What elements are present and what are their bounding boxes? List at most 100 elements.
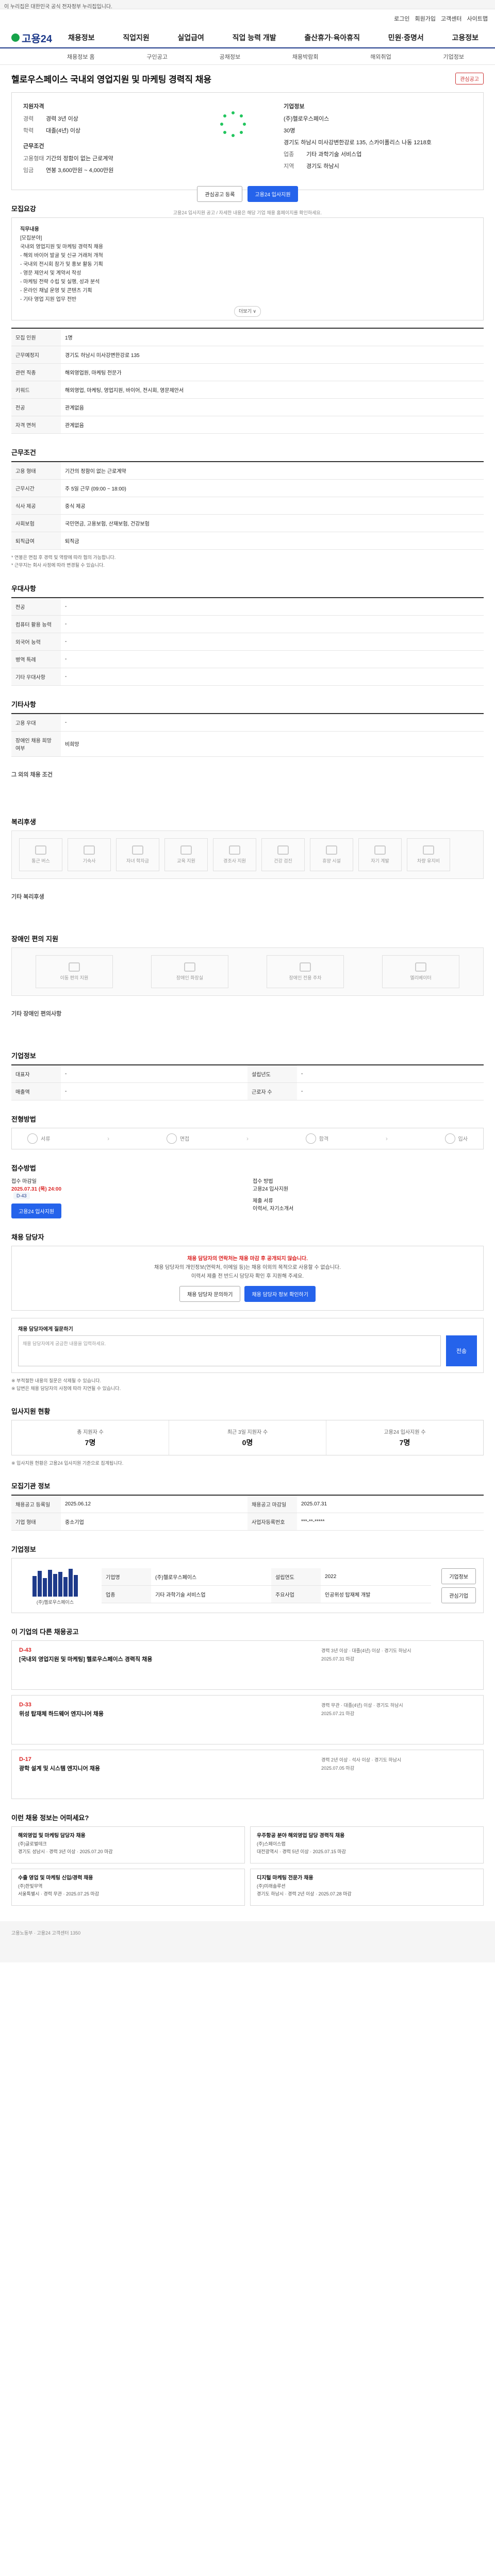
summary-company-heading: 기업정보: [284, 104, 305, 110]
disab-panel: 이동 편의 지원 장애인 화장실 장애인 전용 주차 엘리베이터: [11, 947, 484, 996]
bus-icon: [35, 845, 46, 855]
gnb-item-leave[interactable]: 출산휴가·육아휴직: [304, 32, 360, 43]
table-row: 기업명 (주)헬로우스페이스 설립연도 2022: [102, 1568, 432, 1586]
site-logo[interactable]: 고용24: [11, 30, 68, 45]
welfare-item: 경조사 지원: [213, 838, 256, 871]
disab-item: 이동 편의 지원: [36, 955, 113, 988]
table-row: 기타 우대사항 -: [11, 668, 484, 686]
lnb-item-company[interactable]: 기업정보: [443, 53, 464, 61]
global-nav: 고용24 채용정보 직업지원 실업급여 직업 능력 개발 출산휴가·육아휴직 민…: [0, 28, 495, 48]
corp-info-button[interactable]: 기업정보: [441, 1568, 476, 1584]
sitemap-link[interactable]: 사이트맵: [467, 14, 488, 23]
parking-icon: [300, 962, 311, 972]
lnb-item-public[interactable]: 공채정보: [220, 53, 240, 61]
wage-value: 연봉 3,600만원 ~ 4,000만원: [46, 167, 114, 174]
stats-note: ※ 입사지원 현황은 고용24 입사지원 기준으로 집계됩니다.: [11, 1461, 124, 1466]
process-flow: 서류 › 면접 › 합격 › 입사: [11, 1127, 484, 1149]
wheelchair-icon: [69, 962, 80, 972]
step-circle-icon: [305, 1133, 316, 1144]
dday-badge: D-43: [13, 1192, 30, 1199]
section-etc-title: 기타사항: [11, 700, 36, 708]
contact-notice: 채용 담당자의 연락처는 채용 마감 후 공개되지 않습니다.: [187, 1256, 308, 1262]
disab-item: 엘리베이터: [382, 955, 459, 988]
section-other-jobs-title: 이 기업의 다른 채용공고: [11, 1628, 79, 1636]
gnb-item-training[interactable]: 직업 능력 개발: [233, 32, 276, 43]
stat-item: 총 지원자 수 7명: [12, 1420, 169, 1455]
job-card[interactable]: D-17 광학 설계 및 시스템 엔지니어 채용 경력 2년 이상 · 석사 이…: [11, 1750, 484, 1800]
gnb-item-benefit[interactable]: 실업급여: [177, 32, 204, 43]
corp-table: 기업명 (주)헬로우스페이스 설립연도 2022 업종 기타 과학기술 서비스업 주요사업…: [102, 1568, 432, 1603]
section-corp-title: 기업정보: [11, 1546, 36, 1554]
info-table: 채용공고 등록일 2025.06.12 채용공고 마감일 2025.07.31 기업 …: [11, 1495, 484, 1531]
lnb-item-abroad[interactable]: 해외취업: [370, 53, 391, 61]
company-name[interactable]: (주)헬로우스페이스: [284, 114, 472, 123]
recommend-card[interactable]: 해외영업 및 마케팅 담당자 채용 (주)글로벌테크 경기도 성남시 · 경력 …: [11, 1826, 245, 1864]
welfare-item: 교육 지원: [164, 838, 208, 871]
gnb-item-jobs[interactable]: 채용정보: [68, 32, 95, 43]
section-pref-title: 우대사항: [11, 584, 36, 592]
signup-link[interactable]: 회원가입: [415, 14, 436, 23]
logo-icon: [11, 33, 20, 42]
contact-inquiry-button[interactable]: 채용 담당자 문의하기: [179, 1285, 241, 1302]
contact-info-button[interactable]: 채용 담당자 정보 확인하기: [244, 1285, 316, 1302]
process-step: 입사: [444, 1133, 468, 1144]
welfare-item: 건강 검진: [261, 838, 305, 871]
table-row: 기업 형태 중소기업 사업자등록번호 ***-**-*****: [11, 1513, 484, 1531]
lnb-item-home[interactable]: 채용정보 홈: [67, 53, 95, 61]
pencil-icon: [374, 845, 386, 855]
book-icon: [180, 845, 192, 855]
company-address: 경기도 하남시 미사강변한강로 135, 스카이폴리스 나동 1218호: [284, 140, 432, 146]
welfare-item: 기숙사: [68, 838, 111, 871]
process-step: 서류: [27, 1133, 50, 1144]
inquiry-send-button[interactable]: 전송: [446, 1335, 477, 1366]
summary-work-heading: 근무조건: [23, 143, 44, 149]
etc-extra-label: 그 외의 채용 조건: [11, 771, 53, 778]
gov-banner: 이 누리집은 대한민국 공식 전자정부 누리집입니다.: [0, 0, 495, 10]
welfare-item: 자녀 학자금: [116, 838, 159, 871]
sub-nav: 채용정보 홈 구인공고 공채정보 채용박람회 해외취업 기업정보: [0, 48, 495, 65]
elevator-icon: [415, 962, 426, 972]
table-row: 매출액 - 근로자 수-: [11, 1082, 484, 1100]
content-line: - 영문 제안서 및 계약서 작성: [20, 270, 81, 276]
login-link[interactable]: 로그인: [394, 14, 409, 23]
inquiry-textarea[interactable]: 채용 담당자에게 궁금한 내용을 입력하세요.: [18, 1335, 441, 1366]
lnb-item-fair[interactable]: 채용박람회: [292, 53, 319, 61]
recruit-table: 모집 인원 1명 근무예정지 경기도 하남시 미사강변한강로 135 관련 직종 해외…: [11, 328, 484, 434]
section-process-title: 전형방법: [11, 1115, 36, 1123]
gnb-item-support[interactable]: 직업지원: [123, 32, 150, 43]
recommend-card[interactable]: 우주항공 분야 해외영업 담당 경력직 채용 (주)스페이스랩 대전광역시 · …: [250, 1826, 484, 1864]
help-link[interactable]: 고객센터: [441, 14, 461, 23]
apply-button-2[interactable]: 고용24 입사지원: [11, 1203, 62, 1218]
content-more-button[interactable]: 더보기 ∨: [234, 306, 261, 317]
content-sub: [모집분야]: [20, 235, 42, 241]
gnb-item-civil[interactable]: 민원·증명서: [388, 32, 424, 43]
process-step: 면접: [166, 1133, 189, 1144]
recommend-card[interactable]: 디지털 마케팅 전문가 채용 (주)미래솔루션 경기도 하남시 · 경력 2년 …: [250, 1869, 484, 1906]
footer: 고용노동부 · 고용24 고객센터 1350: [0, 1921, 495, 1963]
inquiry-notes: ※ 부적절한 내용의 질문은 삭제될 수 있습니다. ※ 답변은 채용 담당자의…: [11, 1378, 121, 1391]
region-value: 경기도 하남시: [306, 163, 339, 170]
recommend-grid: 해외영업 및 마케팅 담당자 채용 (주)글로벌테크 경기도 성남시 · 경력 …: [11, 1826, 484, 1906]
job-card[interactable]: D-43 [국내외 영업지원 및 마케팅] 헬로우스페이스 경력직 채용 경력 …: [11, 1640, 484, 1690]
table-row: 외국어 능력 -: [11, 633, 484, 651]
gnb-item-info[interactable]: 고용정보: [452, 32, 478, 43]
apply-info: 접수 마감일 2025.07.31 (목) 24:00 D-43 고용24 입사…: [11, 1177, 484, 1218]
job-card[interactable]: D-33 위성 탑재체 하드웨어 엔지니어 채용 경력 무관 · 대졸(4년) …: [11, 1695, 484, 1745]
step-circle-icon: [166, 1133, 177, 1144]
content-line: 국내외 영업지원 및 마케팅 경력직 채용: [20, 244, 104, 250]
method-value: 고용24 입사지원: [253, 1186, 289, 1192]
table-row: 퇴직급여 퇴직금: [11, 532, 484, 550]
scrap-button[interactable]: 관심공고: [455, 73, 484, 84]
apply-button[interactable]: 고용24 입사지원: [248, 186, 298, 202]
process-step: 합격: [305, 1133, 328, 1144]
company-employees: 30명: [284, 128, 295, 134]
summary-cond-heading: 지원자격: [23, 104, 44, 110]
content-title: 직무내용: [20, 227, 39, 232]
lnb-item-postings[interactable]: 구인공고: [146, 53, 167, 61]
add-scrap-button[interactable]: 관심공고 등록: [197, 186, 243, 202]
corp-fav-button[interactable]: 관심기업: [441, 1587, 476, 1603]
recommend-card[interactable]: 수출 영업 및 마케팅 신입/경력 채용 (주)한빛무역 서울특별시 · 경력 …: [11, 1869, 245, 1906]
arrow-right-icon: ›: [385, 1134, 388, 1142]
work-notes: * 연봉은 면접 후 경력 및 역량에 따라 협의 가능합니다. * 근무지는 …: [11, 555, 116, 568]
gift-icon: [229, 845, 240, 855]
